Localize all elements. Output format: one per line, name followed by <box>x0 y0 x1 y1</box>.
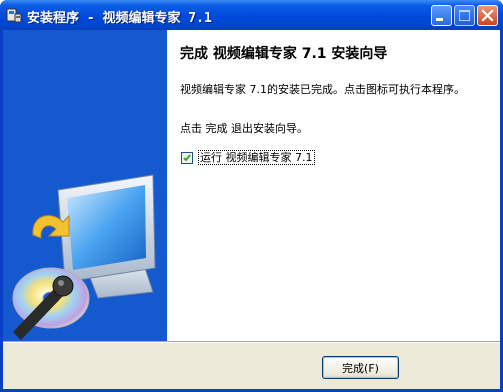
run-program-label[interactable]: 运行 视频编辑专家 7.1 <box>198 150 315 165</box>
title-bar[interactable]: 安装程序 - 视频编辑专家 7.1 <box>0 0 503 30</box>
maximize-button[interactable] <box>454 5 475 26</box>
maximize-icon <box>459 10 470 21</box>
run-program-checkbox[interactable] <box>181 151 193 164</box>
wizard-heading: 完成 视频编辑专家 7.1 安装向导 <box>180 46 388 62</box>
exit-instruction: 点击 完成 退出安装向导。 <box>180 122 308 135</box>
close-button[interactable] <box>477 5 498 26</box>
run-program-option[interactable]: 运行 视频编辑专家 7.1 <box>181 150 315 165</box>
wizard-client-area: 完成 视频编辑专家 7.1 安装向导 视频编辑专家 7.1的安装已完成。点击图标… <box>3 30 500 389</box>
window-title: 安装程序 - 视频编辑专家 7.1 <box>27 11 212 26</box>
minimize-icon <box>436 18 443 21</box>
wizard-footer: 完成(F) <box>3 341 500 389</box>
completion-message: 视频编辑专家 7.1的安装已完成。点击图标可执行本程序。 <box>180 83 465 96</box>
installer-window: 安装程序 - 视频编辑专家 7.1 完成 视频编辑专家 7.1 安装向导 视频编… <box>0 0 503 392</box>
finish-button[interactable]: 完成(F) <box>322 356 399 379</box>
footer-divider <box>3 341 500 343</box>
side-banner <box>3 30 167 341</box>
computer-cd-installer-artwork <box>3 30 167 341</box>
installer-icon <box>6 8 22 23</box>
wizard-content: 完成 视频编辑专家 7.1 安装向导 视频编辑专家 7.1的安装已完成。点击图标… <box>167 30 500 341</box>
minimize-button[interactable] <box>431 5 452 26</box>
close-icon <box>481 9 494 22</box>
checkmark-icon <box>183 153 191 161</box>
